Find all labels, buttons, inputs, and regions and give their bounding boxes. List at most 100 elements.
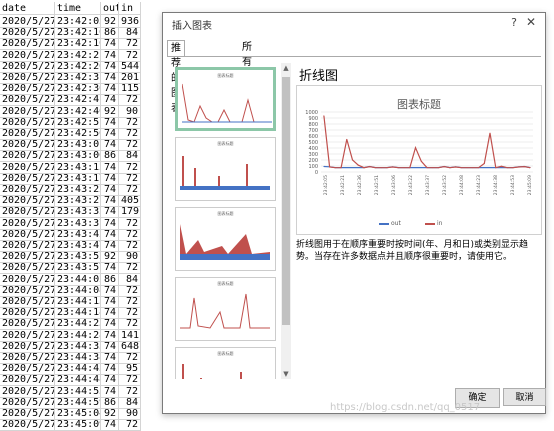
data-point-in [478,167,480,169]
close-icon[interactable]: ✕ [526,15,536,29]
thumb-scatter-line-chart[interactable]: 图表标题 [175,277,276,341]
data-point-in [500,165,502,167]
data-point-in [374,167,376,169]
x-tick-label: 23:42:51 [374,175,380,195]
tab-recommended-charts[interactable]: 推荐的图表 [167,40,185,114]
legend-label-in: in [437,220,443,227]
thumb-column-chart-icon [180,156,270,190]
scroll-down-icon[interactable]: ▼ [281,369,291,379]
thumb-line-chart[interactable]: 图表标题 [175,67,276,131]
line-chart: 1000900800700600500400300200100023:42:05… [305,110,533,195]
data-point-in [437,167,439,169]
data-point-out [346,167,348,169]
recommended-chart-list: 图表标题 图表标题 图表标题 图表标题 图表标题 [171,63,285,379]
data-point-in [397,167,399,169]
legend-swatch-out [379,222,389,225]
x-tick-label: 23:43:22 [408,175,414,195]
data-point-in [334,167,336,169]
data-point-in [466,167,468,169]
x-tick-label: 23:42:21 [340,175,346,195]
data-point-out [357,167,359,169]
data-point-in [529,167,531,169]
thumb-clustered-column[interactable]: 图表标题 [175,137,276,201]
x-tick-label: 23:44:53 [510,175,516,195]
thumb-area-chart-icon [180,224,270,260]
data-point-in [472,167,474,169]
data-point-out [415,167,417,169]
scroll-up-icon[interactable]: ▲ [281,63,291,73]
x-tick-label: 23:44:08 [459,175,465,195]
cell-in[interactable]: 72 [119,418,141,431]
chart-description: 折线图用于在顺序重要时按时间(年、月和日)或类别显示趋势。当存在许多数据点并且顺… [296,240,529,262]
data-point-in [403,167,405,169]
header-in[interactable]: in [119,2,141,15]
thumb-line-chart-icon [182,83,272,123]
data-point-in [506,167,508,169]
data-point-in [426,167,428,169]
data-point-out [420,167,422,169]
data-point-in [415,147,417,149]
header-out[interactable]: out [101,2,119,15]
data-point-out [323,165,325,167]
dialog-titlebar[interactable]: 插入图表 ? ✕ [163,13,545,35]
help-button[interactable]: ? [511,16,517,29]
cell-date[interactable]: 2020/5/27 [0,418,55,431]
cell-time[interactable]: 23:45:09 [55,418,101,431]
x-tick-label: 23:42:05 [323,175,329,195]
thumb-title: 图表标题 [217,141,234,146]
thumb-area-chart[interactable]: 图表标题 [175,207,276,271]
data-point-out [500,167,502,169]
data-point-out [483,167,485,169]
thumb-title: 图表标题 [217,73,234,78]
data-point-in [443,166,445,168]
data-point-in [512,167,514,169]
thumb-scatter-chart-icon [180,293,270,329]
thumb-bar-chart[interactable]: 图表标题 [175,347,276,379]
data-point-in [340,167,342,169]
thumb-title: 图表标题 [217,281,234,286]
x-tick-label: 23:45:09 [527,175,533,195]
data-point-in [363,167,365,169]
thumb-title: 图表标题 [217,351,234,356]
x-tick-label: 23:44:23 [476,175,482,195]
data-point-in [489,132,491,134]
data-point-in [352,159,354,161]
data-point-in [455,166,457,168]
legend-item-out: out [379,220,401,227]
data-point-in [420,160,422,162]
data-point-in [483,163,485,165]
data-point-out [352,167,354,169]
thumb-title: 图表标题 [217,211,234,216]
data-point-in [523,166,525,168]
legend-item-in: in [425,220,442,227]
x-tick-label: 23:43:06 [391,175,397,195]
header-date[interactable]: date [0,2,55,15]
thumb-list-scrollbar[interactable]: ▲ ▼ [281,63,291,379]
thumb-bar-chart-icon [182,364,242,379]
data-point-in [432,167,434,169]
x-tick-label: 23:43:37 [425,175,431,195]
chart-legend: out in [297,220,541,230]
x-tick-label: 23:43:52 [442,175,448,195]
legend-label-out: out [391,220,401,227]
tab-all-charts[interactable]: 所有图表 [239,40,255,98]
data-point-in [518,166,520,168]
chart-preview: 图表标题 1000 900 800 700 600 500 400 300 200 100 0 23:… [296,85,542,235]
header-time[interactable]: time [55,2,101,15]
cell-out[interactable]: 74 [101,418,119,431]
tab-divider [167,56,541,57]
x-tick-label: 23:44:38 [493,175,499,195]
data-point-out [489,167,491,169]
cancel-button[interactable]: 取消 [503,388,546,406]
data-point-in [409,167,411,169]
scroll-thumb[interactable] [282,77,290,325]
dialog-title: 插入图表 [172,21,212,32]
x-tick-label: 23:42:36 [357,175,363,195]
data-point-in [386,167,388,169]
data-point-in [369,166,371,168]
data-point-in [357,164,359,166]
data-point-in [495,167,497,169]
data-point-in [329,166,331,168]
data-point-in [346,138,348,140]
preview-chart-type: 折线图 [299,69,339,84]
